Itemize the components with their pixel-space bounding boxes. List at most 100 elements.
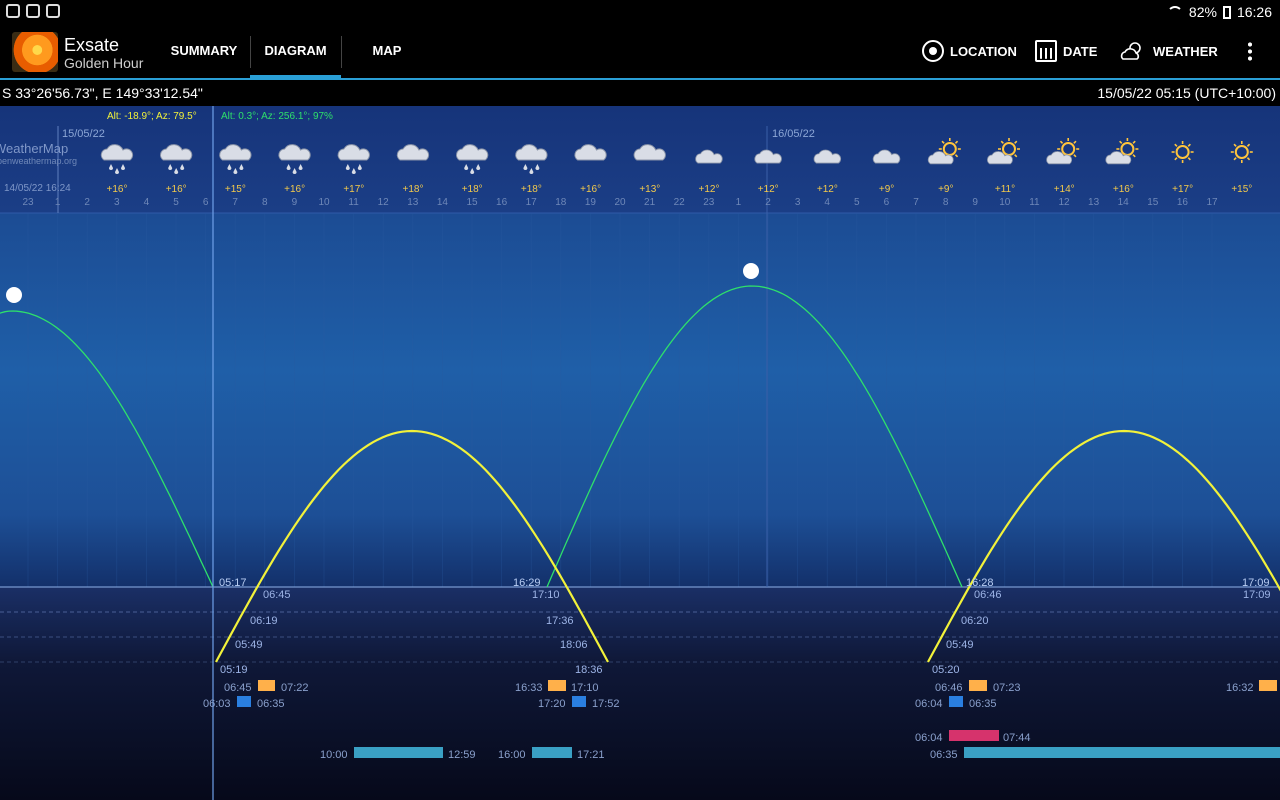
hour-tick: 4 xyxy=(144,197,150,208)
hour-tick: 18 xyxy=(555,197,567,208)
sun-label: 05:20 xyxy=(932,664,960,676)
sun-label: 05:17 xyxy=(219,577,247,589)
bar-start: 06:04 xyxy=(915,698,943,710)
hour-tick: 5 xyxy=(854,197,860,208)
hour-tick: 7 xyxy=(232,197,238,208)
bar-start: 17:20 xyxy=(538,698,566,710)
hour-tick: 3 xyxy=(795,197,801,208)
hour-tick: 19 xyxy=(585,197,597,208)
forecast-temp: +16° xyxy=(284,184,305,195)
hour-tick: 1 xyxy=(55,197,61,208)
day-label: 15/05/22 xyxy=(62,128,105,140)
location-icon xyxy=(922,40,944,62)
sun-label: 06:46 xyxy=(974,589,1002,601)
weather-icon xyxy=(1120,42,1141,60)
weather-updated: 14/05/22 16:24 xyxy=(4,183,71,194)
sun-label: 17:09 xyxy=(1242,577,1270,589)
day-label: 16/05/22 xyxy=(772,128,815,140)
tab-diagram[interactable]: DIAGRAM xyxy=(250,24,341,78)
forecast-temp: +12° xyxy=(817,184,838,195)
status-bar: 82% 16:26 xyxy=(0,0,1280,24)
hour-tick: 9 xyxy=(292,197,298,208)
sun-label: 06:19 xyxy=(250,615,278,627)
sun-label: 17:36 xyxy=(546,615,574,627)
bar-end: 07:23 xyxy=(993,682,1021,694)
wifi-icon xyxy=(1166,6,1183,18)
sun-label: 18:06 xyxy=(560,639,588,651)
bar-start: 16:32 xyxy=(1226,682,1254,694)
sun-label: 05:19 xyxy=(220,664,248,676)
moon-label: 16:29 xyxy=(513,577,541,589)
app-logo[interactable] xyxy=(12,32,58,72)
hour-tick: 12 xyxy=(1058,197,1070,208)
hour-tick: 21 xyxy=(644,197,656,208)
hour-tick: 5 xyxy=(173,197,179,208)
forecast-temp: +13° xyxy=(639,184,660,195)
weather-source-name: WeatherMap xyxy=(0,141,68,156)
diagram-area[interactable]: 15/05/22 16/05/22 WeatherMap openweather… xyxy=(0,106,1280,800)
moon-visibility-bar xyxy=(354,747,443,758)
date-label: DATE xyxy=(1063,43,1098,59)
hour-tick: 9 xyxy=(972,197,978,208)
tab-map[interactable]: MAP xyxy=(341,24,433,78)
bar-start: 16:00 xyxy=(498,749,526,761)
hour-tick: 11 xyxy=(348,197,359,208)
forecast-temp: +16° xyxy=(580,184,601,195)
hour-tick: 10 xyxy=(999,197,1011,208)
moon-event-bar xyxy=(949,730,999,741)
hour-tick: 1 xyxy=(736,197,742,208)
hour-tick: 6 xyxy=(884,197,890,208)
hour-tick: 14 xyxy=(437,197,449,208)
date-button[interactable]: DATE xyxy=(1035,24,1097,78)
sun-label: 17:10 xyxy=(532,589,560,601)
hour-tick: 6 xyxy=(203,197,209,208)
golden-hour-bar xyxy=(548,680,566,691)
sun-label: 06:20 xyxy=(961,615,989,627)
forecast-temp: +15° xyxy=(225,184,246,195)
blue-hour-bar xyxy=(237,696,251,707)
hour-tick: 12 xyxy=(378,197,390,208)
overflow-menu-icon[interactable] xyxy=(1248,41,1252,61)
battery-icon xyxy=(1222,5,1231,19)
forecast-temp: +12° xyxy=(758,184,779,195)
location-button[interactable]: LOCATION xyxy=(922,24,1017,78)
bar-start: 06:45 xyxy=(224,682,252,694)
moon-marker xyxy=(6,287,22,303)
hour-tick: 16 xyxy=(496,197,508,208)
golden-hour-bar xyxy=(1259,680,1277,691)
hour-tick: 2 xyxy=(84,197,90,208)
hour-gridlines xyxy=(27,213,1213,587)
weather-button[interactable]: WEATHER xyxy=(1119,24,1218,78)
tab-summary[interactable]: SUMMARY xyxy=(160,24,248,78)
sun-label: 18:36 xyxy=(575,664,603,676)
clock: 16:26 xyxy=(1236,4,1272,20)
battery-level: 82% xyxy=(1188,4,1217,20)
calendar-icon xyxy=(1035,40,1057,62)
hour-tick: 8 xyxy=(943,197,949,208)
forecast-temp: +16° xyxy=(1113,184,1134,195)
blue-hour-bar xyxy=(949,696,963,707)
hour-tick: 23 xyxy=(703,197,715,208)
hour-tick: 20 xyxy=(614,197,626,208)
sun-readout: Alt: -18.9°; Az: 79.5° xyxy=(107,111,197,122)
moon-label: 16:28 xyxy=(966,577,994,589)
bar-start: 06:46 xyxy=(935,682,963,694)
hour-tick: 13 xyxy=(1088,197,1100,208)
hour-tick: 2 xyxy=(765,197,771,208)
forecast-temp: +17° xyxy=(1172,184,1193,195)
hour-tick: 11 xyxy=(1029,197,1040,208)
app-subtitle: Golden Hour xyxy=(64,55,144,71)
sun-label: 05:49 xyxy=(946,639,974,651)
bar-start: 06:03 xyxy=(203,698,231,710)
bar-start: 10:00 xyxy=(320,749,348,761)
forecast-temp: +9° xyxy=(879,184,894,195)
forecast-temp: +16° xyxy=(166,184,187,195)
sun-label: 17:09 xyxy=(1243,589,1271,601)
location-label: LOCATION xyxy=(950,43,1017,59)
hour-tick: 23 xyxy=(22,197,34,208)
forecast-temp: +14° xyxy=(1054,184,1075,195)
moon-readout: Alt: 0.3°; Az: 256.1°; 97% xyxy=(221,111,333,122)
forecast-temp: +18° xyxy=(462,184,483,195)
moon-visibility-bar xyxy=(964,747,1280,758)
forecast-temp: +15° xyxy=(1231,184,1252,195)
